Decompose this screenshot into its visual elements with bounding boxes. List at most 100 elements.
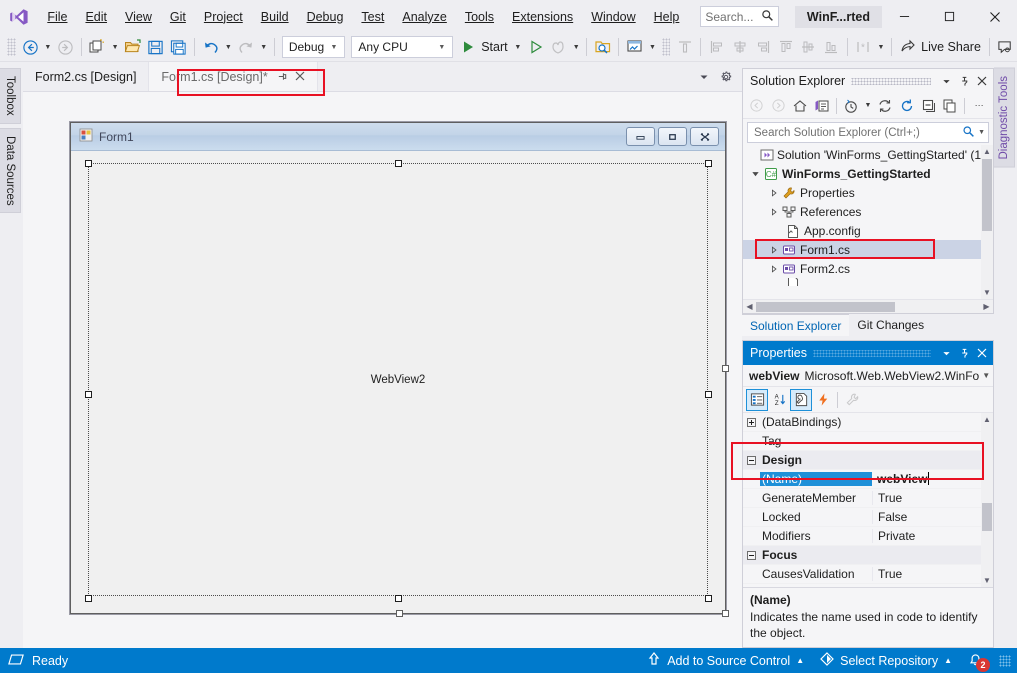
- solution-configuration-combo[interactable]: Debug ▼: [282, 36, 346, 58]
- redo-dropdown[interactable]: ▼: [257, 35, 269, 59]
- tab-order-icon[interactable]: *: [852, 35, 875, 59]
- back-icon[interactable]: [746, 95, 768, 117]
- pin-icon[interactable]: [955, 343, 973, 363]
- sidebar-item-data-sources[interactable]: Data Sources: [0, 128, 21, 214]
- alphabetical-sort-icon[interactable]: AZ: [768, 389, 790, 411]
- close-icon[interactable]: [295, 69, 305, 84]
- property-row-databindings[interactable]: (DataBindings): [743, 413, 993, 432]
- pending-changes-icon[interactable]: [811, 95, 833, 117]
- properties-vscrollbar[interactable]: ▲ ▼: [981, 413, 993, 587]
- menu-extensions[interactable]: Extensions: [503, 6, 582, 28]
- form-minimize-button[interactable]: [626, 127, 655, 146]
- form-client-area[interactable]: WebView2: [71, 151, 725, 613]
- tree-expander[interactable]: [767, 246, 780, 254]
- scroll-down-arrow[interactable]: ▼: [981, 574, 993, 587]
- folder-search-icon[interactable]: [591, 35, 614, 59]
- property-row-modifiers[interactable]: Modifiers Private: [743, 527, 993, 546]
- menu-file[interactable]: File: [38, 6, 76, 28]
- new-project-icon[interactable]: [86, 35, 109, 59]
- align-tops-icon[interactable]: [774, 35, 797, 59]
- close-icon[interactable]: [973, 71, 991, 91]
- property-category-focus[interactable]: Focus: [743, 546, 993, 565]
- properties-grid[interactable]: (DataBindings) Tag Design: [743, 413, 993, 587]
- menu-view[interactable]: View: [116, 6, 161, 28]
- close-button[interactable]: [972, 0, 1017, 33]
- selection-handle-middle-left[interactable]: [85, 391, 92, 398]
- form-window[interactable]: Form1: [70, 122, 726, 614]
- live-share-label[interactable]: Live Share: [919, 40, 985, 54]
- property-value[interactable]: False: [872, 510, 993, 524]
- tab-git-changes[interactable]: Git Changes: [849, 314, 932, 336]
- navigate-back-icon[interactable]: [19, 35, 42, 59]
- property-row-name[interactable]: (Name) webView: [743, 470, 993, 489]
- form-resize-handle-middle-right[interactable]: [722, 365, 729, 372]
- tree-item-properties[interactable]: Properties: [743, 183, 993, 202]
- form-close-button[interactable]: [690, 127, 719, 146]
- toolbar-overflow[interactable]: ▼: [875, 35, 887, 59]
- home-icon[interactable]: [789, 95, 811, 117]
- redo-icon[interactable]: [235, 35, 258, 59]
- selection-handle-top-right[interactable]: [705, 160, 712, 167]
- menu-edit[interactable]: Edit: [76, 6, 116, 28]
- show-all-files-icon[interactable]: [940, 95, 962, 117]
- scroll-down-arrow[interactable]: ▼: [981, 286, 993, 299]
- menu-window[interactable]: Window: [582, 6, 644, 28]
- tab-solution-explorer[interactable]: Solution Explorer: [742, 314, 849, 336]
- chevron-down-icon[interactable]: [694, 66, 714, 88]
- tree-expander[interactable]: [767, 208, 780, 216]
- refresh-icon[interactable]: [896, 95, 918, 117]
- selection-handle-middle-right[interactable]: [705, 391, 712, 398]
- navigate-back-dropdown[interactable]: ▼: [42, 35, 54, 59]
- add-to-source-control-button[interactable]: Add to Source Control ▲: [639, 648, 812, 673]
- sidebar-item-toolbox[interactable]: Toolbox: [0, 68, 21, 124]
- events-lightning-icon[interactable]: [812, 389, 834, 411]
- pin-icon[interactable]: [955, 71, 973, 91]
- expander-minus[interactable]: [743, 551, 760, 560]
- menu-build[interactable]: Build: [252, 6, 298, 28]
- selection-handle-top-center[interactable]: [395, 160, 402, 167]
- history-dropdown[interactable]: ▼: [862, 94, 875, 118]
- hot-reload-dropdown[interactable]: ▼: [570, 35, 582, 59]
- scroll-up-arrow[interactable]: ▲: [981, 413, 993, 426]
- overflow-chevron-icon[interactable]: ⋯: [968, 95, 990, 117]
- tree-item-form1[interactable]: Form1.cs: [743, 240, 993, 259]
- property-row-locked[interactable]: Locked False: [743, 508, 993, 527]
- menu-help[interactable]: Help: [645, 6, 689, 28]
- live-share-icon[interactable]: [896, 35, 919, 59]
- history-icon[interactable]: [840, 95, 862, 117]
- sync-with-active-document-icon[interactable]: [874, 95, 896, 117]
- start-without-debugging-icon[interactable]: [524, 35, 547, 59]
- open-file-icon[interactable]: [121, 35, 144, 59]
- maximize-button[interactable]: [927, 0, 972, 33]
- pin-icon[interactable]: [277, 71, 288, 82]
- hscroll-thumb[interactable]: [756, 302, 895, 312]
- save-icon[interactable]: [144, 35, 167, 59]
- categorized-view-icon[interactable]: [746, 389, 768, 411]
- selection-handle-bottom-center[interactable]: [395, 595, 402, 602]
- scroll-thumb[interactable]: [982, 503, 992, 531]
- tree-item-references[interactable]: References: [743, 202, 993, 221]
- webview2-control[interactable]: WebView2: [88, 163, 708, 596]
- notifications-button[interactable]: 2: [960, 648, 991, 673]
- scroll-thumb[interactable]: [982, 159, 992, 231]
- navigate-forward-icon[interactable]: [54, 35, 77, 59]
- global-search-input[interactable]: Search...: [700, 6, 779, 27]
- start-button-label[interactable]: Start: [479, 40, 511, 54]
- sidebar-item-diagnostic-tools[interactable]: Diagnostic Tools: [994, 68, 1015, 168]
- align-centers-icon[interactable]: [728, 35, 751, 59]
- undo-icon[interactable]: [199, 35, 222, 59]
- tree-item-form2[interactable]: Form2.cs: [743, 259, 993, 278]
- resize-grip[interactable]: [999, 655, 1011, 667]
- property-value[interactable]: Private: [872, 529, 993, 543]
- form-resize-handle-bottom-center[interactable]: [396, 610, 403, 617]
- solution-tree[interactable]: Solution 'WinForms_GettingStarted' (1 C#…: [743, 145, 993, 299]
- designer-icon[interactable]: [623, 35, 646, 59]
- solution-explorer-vscrollbar[interactable]: ▲ ▼: [981, 145, 993, 299]
- properties-object-selector[interactable]: webView Microsoft.Web.WebView2.WinFo ▼: [743, 365, 993, 387]
- solution-explorer-hscrollbar[interactable]: ◀ ▶: [743, 299, 993, 313]
- hscroll-track[interactable]: [756, 302, 980, 312]
- selection-handle-bottom-left[interactable]: [85, 595, 92, 602]
- form-resize-handle-bottom-right[interactable]: [722, 610, 729, 617]
- tree-expander[interactable]: [767, 189, 780, 197]
- solution-platform-combo[interactable]: Any CPU ▼: [351, 36, 453, 58]
